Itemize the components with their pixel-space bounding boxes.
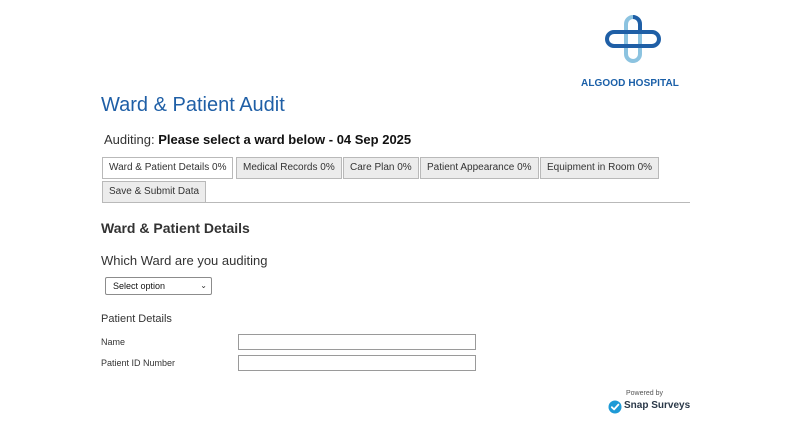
ward-question: Which Ward are you auditing [101,253,268,268]
tab-save-submit-data[interactable]: Save & Submit Data [102,181,207,203]
patient-details-label: Patient Details [101,313,172,325]
auditing-value: Please select a ward below - 04 Sep 2025 [158,132,412,147]
powered-by-label: Powered by [626,390,663,397]
tab-medical-records[interactable]: Medical Records 0% [236,157,342,179]
ward-select[interactable]: Select option ⌄ [105,277,212,295]
powered-by-badge[interactable]: Powered by Snap Surveys [608,390,691,418]
hospital-logo: ALGOOD HOSPITAL [578,14,688,94]
chevron-down-icon: ⌄ [200,281,207,290]
tabs-divider [102,202,690,203]
page-title: Ward & Patient Audit [101,94,285,116]
tab-patient-appearance[interactable]: Patient Appearance 0% [420,157,539,179]
name-label: Name [101,337,126,347]
section-title: Ward & Patient Details [101,220,250,236]
snap-check-icon [608,400,622,414]
tab-care-plan[interactable]: Care Plan 0% [343,157,419,179]
patient-id-field[interactable] [238,355,476,371]
tab-ward-patient-details[interactable]: Ward & Patient Details 0% [102,157,234,179]
name-field[interactable] [238,334,476,350]
medical-cross-logo-icon [605,15,661,63]
snap-surveys-label: Snap Surveys [624,400,691,411]
tab-equipment-in-room[interactable]: Equipment in Room 0% [540,157,660,179]
hospital-name: ALGOOD HOSPITAL [581,78,679,89]
ward-select-value: Select option [113,281,166,291]
patient-id-label: Patient ID Number [101,358,176,368]
auditing-prefix: Auditing: [104,132,155,147]
auditing-status: Auditing: Please select a ward below - 0… [104,132,411,147]
